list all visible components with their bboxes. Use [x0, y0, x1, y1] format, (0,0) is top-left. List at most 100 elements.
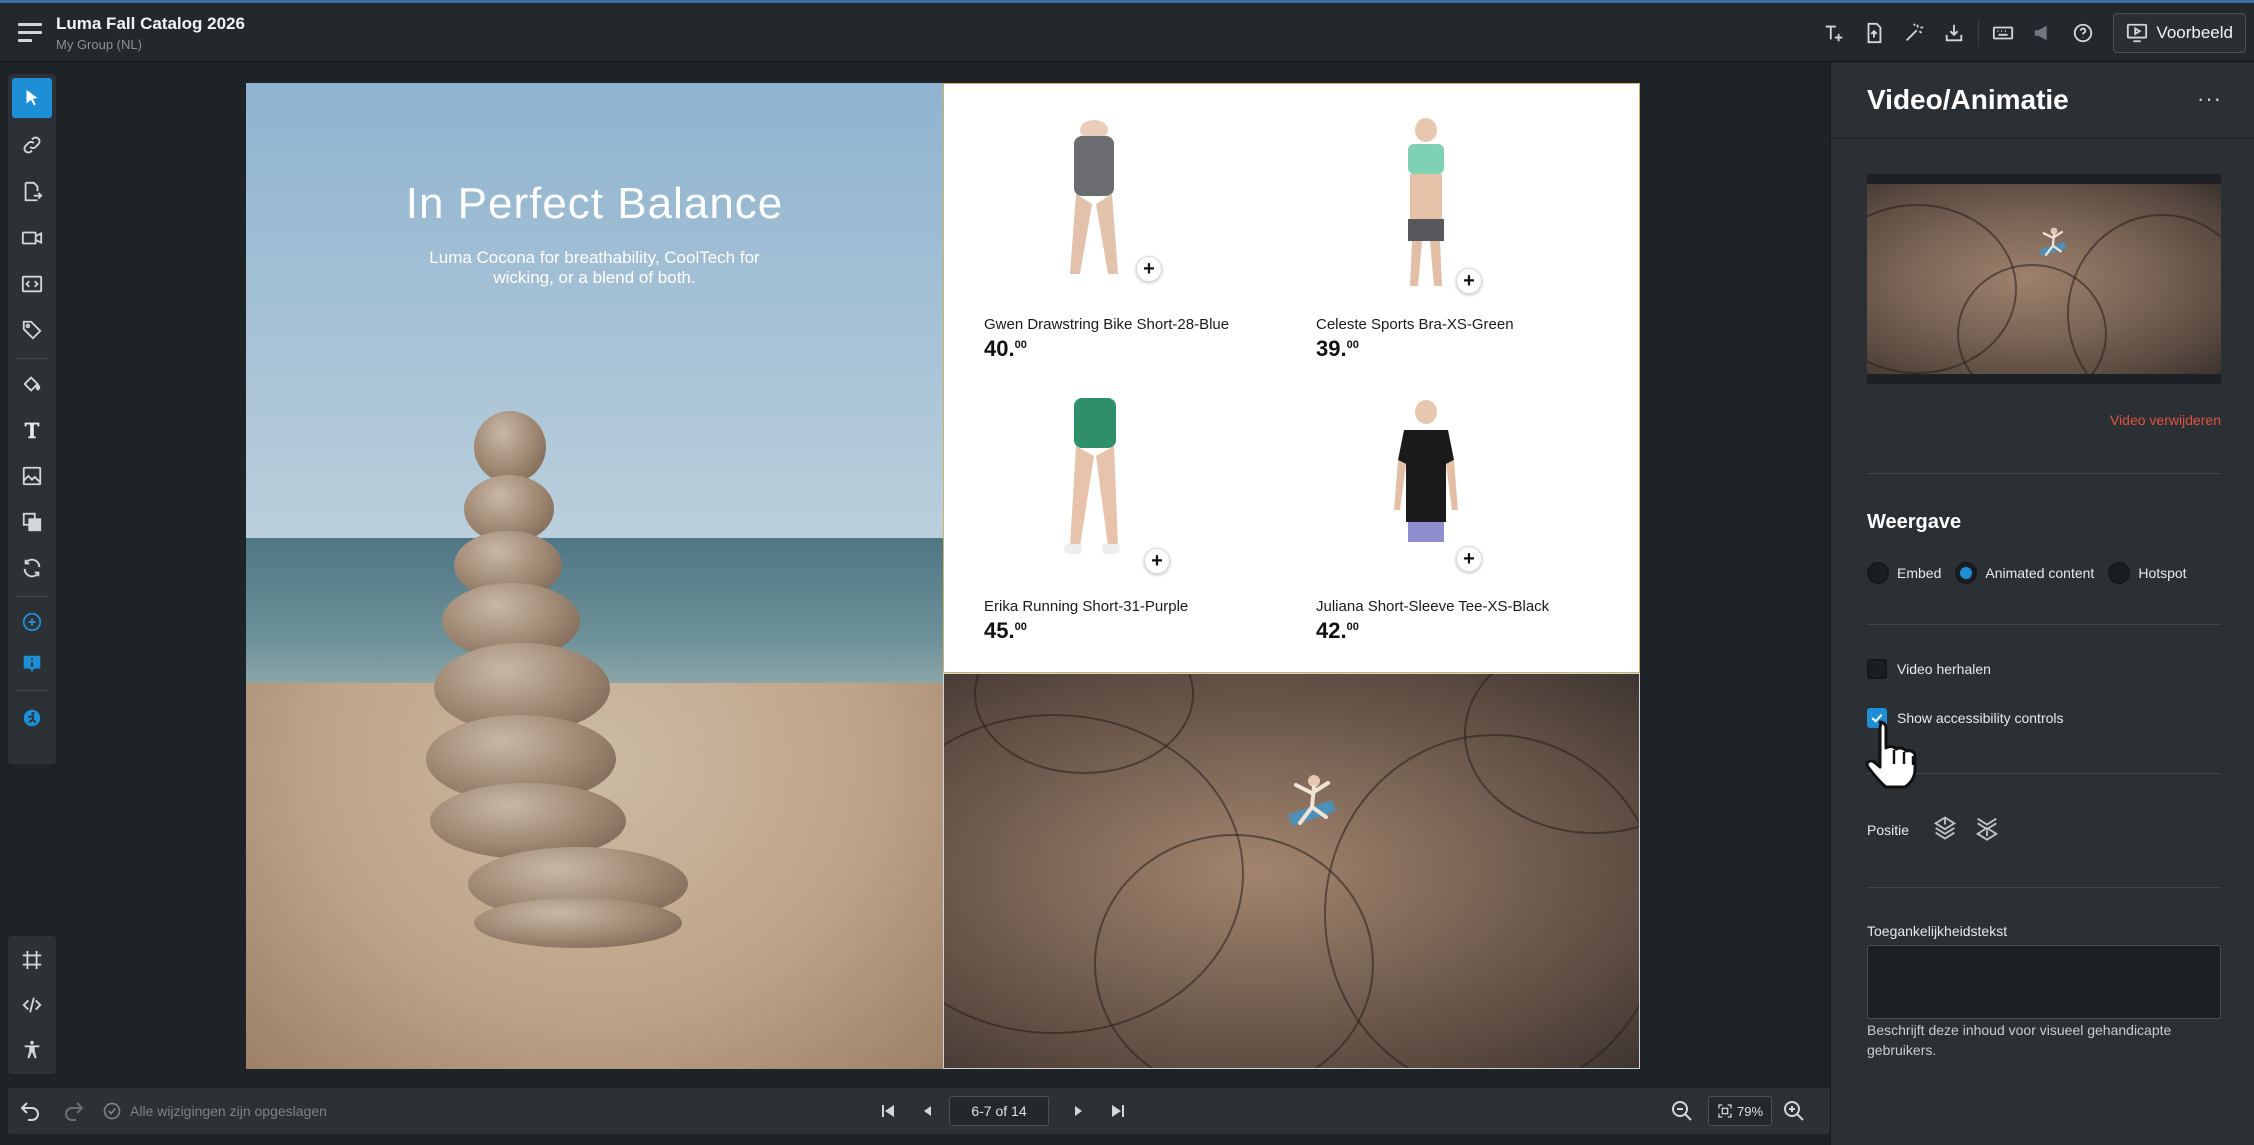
catalog-spread: In Perfect Balance Luma Cocona for breat… [246, 83, 1640, 1069]
alt-text-help: Beschrijft deze inhoud voor visueel geha… [1867, 1022, 2172, 1058]
document-title: Luma Fall Catalog 2026 [56, 14, 245, 33]
hero-subtitle: Luma Cocona for breathability, CoolTech … [429, 248, 760, 287]
fill-icon[interactable] [12, 364, 52, 404]
loop-video-checkbox[interactable] [1867, 659, 1887, 679]
loop-video-option[interactable]: Video herhalen [1867, 659, 1991, 679]
product-price: 45.00 [984, 618, 1027, 643]
product-price: 39.00 [1316, 336, 1359, 361]
add-to-cart-icon[interactable]: + [1456, 268, 1482, 294]
radio-hotspot[interactable] [2108, 562, 2131, 584]
product-image [1376, 116, 1476, 291]
embed-code-icon[interactable] [12, 264, 52, 304]
bottom-bar: Alle wijzigingen zijn opgeslagen 6-7 of … [8, 1088, 1830, 1134]
toolbar-divider [16, 596, 48, 597]
send-backward-icon[interactable] [1973, 814, 2001, 842]
page-right: + Gwen Drawstring Bike Short-28-Blue 40.… [943, 83, 1640, 1069]
magic-wand-icon[interactable] [1894, 13, 1934, 53]
save-status: Alle wijzigingen zijn opgeslagen [130, 1103, 327, 1119]
hand-pointer-cursor-icon [1865, 720, 1917, 789]
add-to-cart-icon[interactable]: + [1144, 548, 1170, 574]
toolbar-divider [1978, 19, 1980, 47]
remove-video-link[interactable]: Video verwijderen [1831, 412, 2221, 428]
properties-panel: Video/Animatie ··· Video verwijderen Wee… [1830, 62, 2254, 1145]
page-indicator[interactable]: 6-7 of 14 [949, 1096, 1049, 1126]
last-page-icon[interactable] [1106, 1099, 1130, 1123]
top-bar: Luma Fall Catalog 2026 My Group (NL) Voo… [0, 0, 2254, 62]
loop-video-label: Video herhalen [1897, 661, 1991, 677]
radio-hotspot-label: Hotspot [2138, 565, 2187, 581]
more-options-icon[interactable]: ··· [2197, 86, 2222, 112]
radio-embed[interactable] [1867, 562, 1889, 584]
undo-icon[interactable] [18, 1099, 42, 1123]
accessibility-plugin-icon[interactable] [12, 698, 52, 738]
product-card[interactable]: + Erika Running Short-31-Purple 45.00 [944, 398, 1244, 658]
fit-screen-icon [1718, 1104, 1732, 1118]
left-bottom-toolbar [8, 936, 56, 1074]
preview-button[interactable]: Voorbeeld [2113, 13, 2246, 53]
product-image [1376, 398, 1476, 573]
add-circle-icon[interactable] [12, 602, 52, 642]
redo-icon[interactable] [62, 1099, 86, 1123]
export-page-icon[interactable] [1854, 13, 1894, 53]
page-link-icon[interactable] [12, 172, 52, 212]
crop-frame-icon[interactable] [12, 940, 52, 980]
panel-title: Video/Animatie [1867, 84, 2069, 115]
toolbar-divider [16, 690, 48, 691]
radio-embed-label: Embed [1897, 565, 1942, 581]
add-to-cart-icon[interactable]: + [1456, 546, 1482, 572]
climber-figure [1288, 775, 1336, 826]
download-icon[interactable] [1934, 13, 1974, 53]
position-label: Positie [1867, 822, 1910, 838]
keyboard-icon[interactable] [1983, 13, 2023, 53]
section-divider [1867, 473, 2221, 474]
product-image [1044, 398, 1144, 573]
next-page-icon[interactable] [1066, 1099, 1090, 1123]
link-icon[interactable] [12, 125, 52, 165]
zoom-value: 79% [1736, 1103, 1764, 1119]
product-price: 40.00 [984, 336, 1027, 361]
alt-text-input[interactable] [1867, 945, 2221, 1019]
announcement-icon[interactable] [2023, 13, 2063, 53]
info-icon[interactable] [12, 644, 52, 684]
climber-figure [2039, 227, 2067, 257]
product-card[interactable]: + Celeste Sports Bra-XS-Green 39.00 [1276, 116, 1576, 376]
product-card[interactable]: + Juliana Short-Sleeve Tee-XS-Black 42.0… [1276, 398, 1576, 658]
radio-animated-content-label: Animated content [1985, 565, 2095, 581]
sync-icon[interactable] [12, 548, 52, 588]
text-icon[interactable] [12, 410, 52, 450]
product-image [1044, 116, 1144, 291]
code-icon[interactable] [12, 985, 52, 1025]
video-icon[interactable] [12, 218, 52, 258]
video-animation-block[interactable] [943, 673, 1640, 1069]
image-icon[interactable] [12, 456, 52, 496]
monitor-play-icon [2127, 23, 2148, 43]
add-to-cart-icon[interactable]: + [1136, 256, 1162, 282]
product-name: Juliana Short-Sleeve Tee-XS-Black [1316, 598, 1550, 615]
video-thumbnail[interactable] [1867, 174, 2221, 384]
display-options: Embed Animated content Hotspot [1867, 562, 2201, 584]
previous-page-icon[interactable] [916, 1099, 940, 1123]
hero-headline: In Perfect Balance [405, 179, 784, 228]
first-page-icon[interactable] [876, 1099, 900, 1123]
accessibility-icon[interactable] [12, 1030, 52, 1070]
menu-icon[interactable] [18, 23, 42, 42]
zoom-in-icon[interactable] [1782, 1099, 1806, 1123]
product-grid: + Gwen Drawstring Bike Short-28-Blue 40.… [943, 83, 1640, 673]
tag-icon[interactable] [12, 310, 52, 350]
layers-icon[interactable] [12, 502, 52, 542]
radio-animated-content[interactable] [1955, 562, 1978, 584]
group-name: My Group (NL) [56, 37, 142, 52]
bring-forward-icon[interactable] [1931, 814, 1959, 842]
add-text-icon[interactable] [1814, 13, 1854, 53]
product-price: 42.00 [1316, 618, 1359, 643]
zoom-out-icon[interactable] [1670, 1099, 1694, 1123]
product-card[interactable]: + Gwen Drawstring Bike Short-28-Blue 40.… [944, 116, 1244, 376]
display-section-title: Weergave [1867, 511, 1962, 533]
alt-text-label: Toegankelijkheidstekst [1867, 923, 2008, 939]
page-left[interactable]: In Perfect Balance Luma Cocona for breat… [246, 83, 943, 1069]
panel-header-divider [1831, 138, 2254, 139]
select-arrow-icon[interactable] [12, 78, 52, 118]
zoom-level[interactable]: 79% [1708, 1096, 1772, 1126]
toolbar-divider [16, 358, 48, 359]
help-icon[interactable] [2063, 13, 2103, 53]
